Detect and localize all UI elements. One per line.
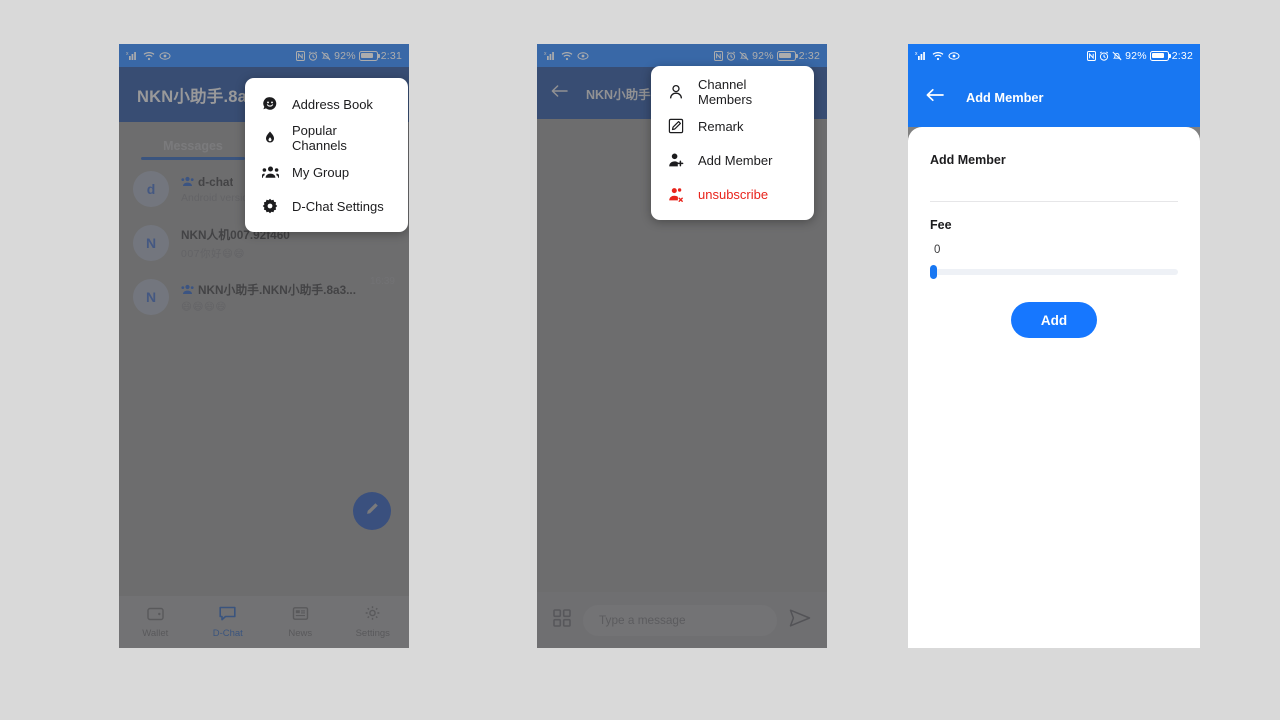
person-outline-icon <box>667 84 685 100</box>
page-title: Add Member <box>966 89 1044 105</box>
fee-value: 0 <box>934 244 941 256</box>
address-book-smiley-icon <box>261 96 279 112</box>
add-member-header: Add Member <box>908 67 1200 127</box>
menu-item-channel-members[interactable]: Channel Members <box>651 75 814 109</box>
menu-item-address-book[interactable]: Address Book <box>245 87 408 121</box>
phone-2-channel-chat: x <box>537 44 827 648</box>
menu-item-label: Remark <box>698 118 744 134</box>
add-button[interactable]: Add <box>1011 302 1097 338</box>
screenshot-stage: x <box>0 0 1280 720</box>
menu-item-popular-channels[interactable]: Popular Channels <box>245 121 408 155</box>
menu-item-label: Channel Members <box>698 77 753 107</box>
fee-slider-thumb[interactable] <box>930 265 937 279</box>
menu-item-label: Address Book <box>292 96 373 112</box>
menu-item-label: Add Member <box>698 152 773 168</box>
fee-field-label: Fee <box>930 218 952 232</box>
person-add-icon <box>667 152 685 168</box>
fire-drop-icon <box>261 130 279 146</box>
eye-care-icon <box>948 51 960 61</box>
signal-bars-icon: x <box>915 50 928 61</box>
phone-1-chat-list: x <box>119 44 409 648</box>
status-bar: x <box>908 44 1200 67</box>
nfc-icon <box>1087 50 1097 61</box>
group-people-icon <box>261 165 279 179</box>
menu-item-label: My Group <box>292 164 350 180</box>
form-divider <box>930 201 1178 202</box>
svg-text:x: x <box>915 51 918 57</box>
member-field-label: Add Member <box>930 153 1006 167</box>
menu-item-label: unsubscribe <box>698 186 769 202</box>
edit-square-icon <box>667 118 685 134</box>
menu-item-label: D-Chat Settings <box>292 198 384 214</box>
channel-overflow-menu: Channel Members Remark Add Member unsubs… <box>651 66 814 220</box>
menu-item-add-member[interactable]: Add Member <box>651 143 814 177</box>
alarm-clock-icon <box>1099 51 1109 61</box>
back-arrow-icon[interactable] <box>926 88 944 107</box>
clock-time: 2:32 <box>1171 49 1193 62</box>
menu-item-dchat-settings[interactable]: D-Chat Settings <box>245 189 408 223</box>
gear-icon <box>261 198 279 214</box>
person-remove-icon <box>667 187 685 202</box>
add-member-form: Add Member Fee 0 Add <box>908 127 1200 648</box>
menu-item-unsubscribe[interactable]: unsubscribe <box>651 177 814 211</box>
battery-percent: 92% <box>1125 49 1147 62</box>
overflow-menu: Address Book Popular Channels My Group D… <box>245 78 408 232</box>
bell-muted-icon <box>1112 51 1122 61</box>
fee-slider[interactable] <box>930 265 1178 279</box>
battery-icon <box>1149 50 1171 61</box>
wifi-icon <box>932 51 944 61</box>
menu-item-remark[interactable]: Remark <box>651 109 814 143</box>
menu-item-my-group[interactable]: My Group <box>245 155 408 189</box>
menu-item-label: Popular Channels <box>292 123 347 153</box>
phone-3-add-member: x 92% 2:32 Add Member Add Member Fee 0 A… <box>908 44 1200 648</box>
